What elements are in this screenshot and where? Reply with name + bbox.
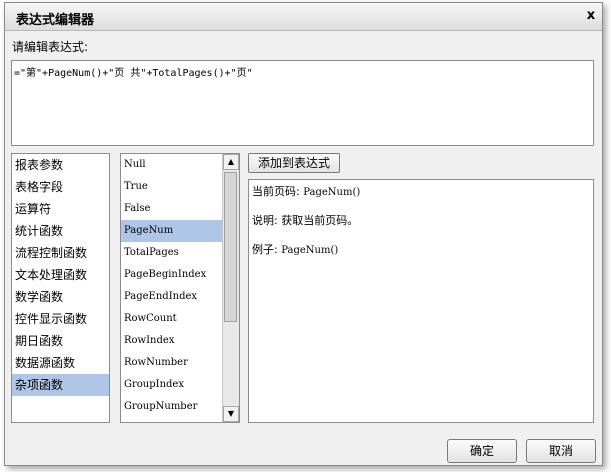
function-item[interactable]: TotalPages <box>121 242 223 264</box>
description-label: 说明: <box>252 214 278 227</box>
category-item[interactable]: 统计函数 <box>12 220 109 242</box>
function-item[interactable]: True <box>121 176 223 198</box>
function-item[interactable]: PageEndIndex <box>121 286 223 308</box>
function-item[interactable]: RowCount <box>121 308 223 330</box>
function-item[interactable]: PageBeginIndex <box>121 264 223 286</box>
add-to-expression-button[interactable]: 添加到表达式 <box>248 153 340 173</box>
function-item[interactable]: GroupIndex <box>121 374 223 396</box>
category-item[interactable]: 期日函数 <box>12 330 109 352</box>
category-item[interactable]: 控件显示函数 <box>12 308 109 330</box>
description-text: 获取当前页码。 <box>281 214 359 227</box>
category-item[interactable]: 表格字段 <box>12 176 109 198</box>
current-page-line: 当前页码: PageNum() <box>252 184 590 200</box>
expression-editor-dialog: 表达式编辑器 x 请编辑表达式: ="第"+PageNum()+"页 共"+To… <box>4 2 603 466</box>
title-bar: 表达式编辑器 x <box>5 3 602 31</box>
ok-button[interactable]: 确定 <box>447 439 517 463</box>
expression-prompt-label: 请编辑表达式: <box>12 40 89 54</box>
function-list[interactable]: Null True False PageNum TotalPages PageB… <box>120 153 240 423</box>
category-item-selected[interactable]: 杂项函数 <box>12 374 109 396</box>
scrollbar-thumb[interactable] <box>224 172 237 322</box>
function-item-selected[interactable]: PageNum <box>121 220 223 242</box>
example-code: PageNum() <box>281 245 339 256</box>
function-help-panel: 当前页码: PageNum() 说明: 获取当前页码。 例子: PageNum(… <box>248 179 594 423</box>
function-items: Null True False PageNum TotalPages PageB… <box>121 154 223 418</box>
category-item[interactable]: 数据源函数 <box>12 352 109 374</box>
function-item[interactable]: Null <box>121 154 223 176</box>
scroll-down-icon[interactable]: ▼ <box>223 406 239 422</box>
category-item[interactable]: 数学函数 <box>12 286 109 308</box>
current-code: PageNum() <box>303 187 361 198</box>
category-item[interactable]: 报表参数 <box>12 154 109 176</box>
close-icon[interactable]: x <box>584 8 598 24</box>
example-line: 例子: PageNum() <box>252 242 590 258</box>
cancel-button[interactable]: 取消 <box>526 439 596 463</box>
category-item[interactable]: 文本处理函数 <box>12 264 109 286</box>
function-list-scrollbar[interactable]: ▲ ▼ <box>222 154 239 422</box>
expression-textarea[interactable]: ="第"+PageNum()+"页 共"+TotalPages()+"页" <box>11 60 594 146</box>
category-item[interactable]: 运算符 <box>12 198 109 220</box>
function-item[interactable]: GroupNumber <box>121 396 223 418</box>
function-item[interactable]: False <box>121 198 223 220</box>
category-list[interactable]: 报表参数 表格字段 运算符 统计函数 流程控制函数 文本处理函数 数学函数 控件… <box>11 153 110 423</box>
function-item[interactable]: RowIndex <box>121 330 223 352</box>
category-item[interactable]: 流程控制函数 <box>12 242 109 264</box>
scroll-up-icon[interactable]: ▲ <box>223 154 239 170</box>
description-line: 说明: 获取当前页码。 <box>252 213 590 229</box>
function-item[interactable]: RowNumber <box>121 352 223 374</box>
dialog-title: 表达式编辑器 <box>16 13 95 28</box>
example-label: 例子: <box>252 243 278 256</box>
current-label: 当前页码: <box>252 185 300 198</box>
